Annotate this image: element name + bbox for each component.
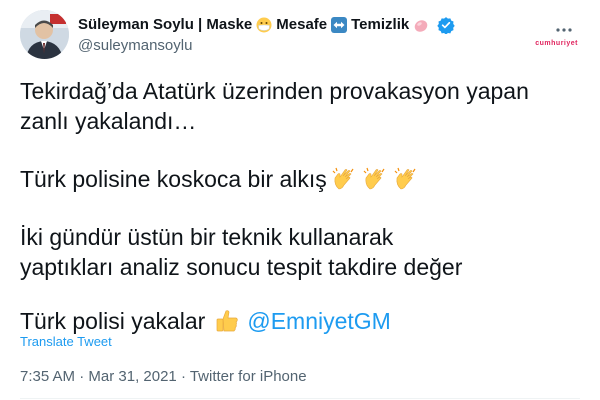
tweet-source[interactable]: Twitter for iPhone [190, 368, 307, 385]
face-with-medical-mask-icon [256, 17, 272, 33]
meta-separator: · [176, 368, 190, 385]
tweet-date[interactable]: Mar 31, 2021 [88, 368, 176, 385]
verified-badge-icon [437, 17, 455, 34]
tweet-line-5: yaptıkları analiz sonucu tespit takdire … [20, 254, 463, 280]
thumbs-up-icon [216, 310, 239, 332]
tweet-line-2: zanlı yakalandı… [20, 108, 197, 134]
soap-icon [414, 20, 428, 32]
clapping-hands-icon [332, 167, 354, 190]
author-handle[interactable]: @suleymansoylu [78, 36, 455, 56]
mention-link[interactable]: @EmniyetGM [247, 306, 390, 336]
author-names: Süleyman Soylu | Maske Mesafe Temizlik @… [78, 15, 455, 56]
tweet-header: Süleyman Soylu | Maske Mesafe Temizlik @… [20, 10, 580, 62]
clapping-hands-icon [394, 167, 416, 190]
name-part-3: Temizlik [351, 16, 410, 33]
tweet-line-3: Türk polisine koskoca bir alkış [20, 164, 420, 194]
tweet-line-6: Türk polisi yakalar @EmniyetGM [20, 306, 391, 336]
divider [20, 398, 580, 399]
watermark-logo: cumhuriyet [535, 40, 578, 47]
left-right-arrow-icon [331, 17, 348, 33]
more-options-button[interactable] [552, 18, 576, 42]
tweet-line-6-text: Türk polisi yakalar [20, 308, 206, 334]
name-part-2: Mesafe [276, 16, 328, 33]
more-icon [556, 28, 572, 32]
translate-tweet-link[interactable]: Translate Tweet [20, 334, 112, 349]
tweet-line-3-text: Türk polisine koskoca bir alkış [20, 166, 327, 192]
tweet-line-4: İki gündür üstün bir teknik kullanarak [20, 224, 394, 250]
meta-separator: · [75, 368, 89, 385]
avatar[interactable] [20, 10, 69, 59]
tweet-metadata: 7:35 AM · Mar 31, 2021 · Twitter for iPh… [20, 368, 307, 385]
display-name[interactable]: Süleyman Soylu | Maske Mesafe Temizlik [78, 15, 455, 35]
name-part-1: Süleyman Soylu | Maske [78, 16, 253, 33]
tweet-time[interactable]: 7:35 AM [20, 368, 75, 385]
tweet-line-1: Tekirdağ’da Atatürk üzerinden provakasyo… [20, 78, 529, 104]
clapping-hands-icon [363, 167, 385, 190]
